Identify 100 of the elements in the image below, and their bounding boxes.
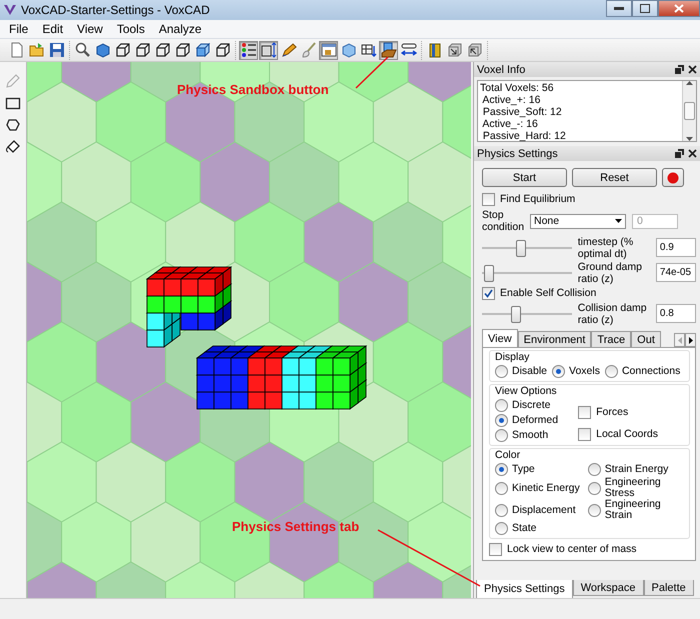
- save-button[interactable]: [47, 40, 66, 60]
- value-field[interactable]: 0.9: [656, 238, 696, 257]
- slider[interactable]: [482, 306, 572, 322]
- rectangle-icon: [4, 95, 21, 111]
- radio-label: Displacement: [512, 504, 576, 516]
- sandbox-icon: [380, 42, 396, 58]
- info-line: Active_-: 16: [481, 118, 539, 130]
- radio-label: Deformed: [512, 415, 558, 426]
- menu-item[interactable]: File: [4, 22, 34, 36]
- physics-sandbox-button[interactable]: [379, 40, 398, 60]
- radio-button[interactable]: [495, 429, 508, 442]
- checkbox-label: Forces: [596, 406, 628, 418]
- info-line: Passive_Hard: 12: [482, 130, 567, 141]
- stop-condition-dropdown[interactable]: None: [530, 214, 626, 228]
- tab[interactable]: Out: [631, 331, 661, 347]
- dock-title: Voxel Info: [477, 64, 526, 76]
- cube-icon: [340, 42, 356, 58]
- close-button[interactable]: [658, 0, 700, 17]
- record-icon: [667, 172, 679, 184]
- tab[interactable]: Environment: [518, 331, 592, 347]
- dock-tab[interactable]: Workspace: [572, 580, 644, 596]
- radio-button[interactable]: [495, 414, 508, 427]
- dropdown-arrow-icon: [615, 219, 622, 223]
- menu-item[interactable]: Edit: [37, 22, 68, 36]
- pen-icon: [280, 42, 296, 58]
- tab[interactable]: View: [482, 329, 518, 347]
- value-field[interactable]: 74e-05: [656, 263, 696, 282]
- radio-label: State: [512, 523, 537, 534]
- document-icon: [8, 42, 24, 58]
- float-icon[interactable]: [675, 149, 684, 158]
- radio-button[interactable]: [552, 365, 566, 378]
- scroll-up-icon[interactable]: [686, 81, 693, 85]
- radio-button[interactable]: [495, 482, 508, 494]
- dock-title: Physics Settings: [477, 148, 558, 160]
- value-field[interactable]: 0.8: [656, 304, 696, 323]
- pencil-icon: [4, 73, 21, 89]
- checkbox[interactable]: [578, 406, 592, 418]
- checkbox[interactable]: [489, 542, 502, 556]
- toolbar-button[interactable]: [279, 40, 298, 60]
- toolbar-button[interactable]: [319, 40, 338, 60]
- maximize-icon: [640, 4, 650, 13]
- radio-button[interactable]: [495, 504, 508, 516]
- toolbar-button[interactable]: [193, 40, 212, 60]
- radio-button[interactable]: [495, 399, 508, 412]
- reset-button[interactable]: Reset: [572, 168, 657, 187]
- menu-item[interactable]: Analyze: [154, 22, 207, 36]
- minimize-button[interactable]: [606, 0, 632, 17]
- toolbar-button[interactable]: [239, 40, 258, 60]
- slider-thumb[interactable]: [484, 264, 494, 282]
- maximize-button[interactable]: [632, 0, 658, 17]
- frame-arrows-icon: [260, 42, 276, 58]
- floppy-icon: [48, 42, 64, 58]
- column-icon: [426, 42, 442, 58]
- wireframe-cube-icon: [174, 42, 190, 58]
- radio-label: Kinetic Energy: [512, 482, 580, 494]
- radio-label: Strain Energy: [604, 464, 668, 475]
- menu-item[interactable]: Tools: [112, 22, 150, 36]
- cube-arrow-icon: [466, 42, 482, 58]
- radio-label: Voxels: [569, 366, 600, 377]
- slider-thumb[interactable]: [511, 306, 522, 322]
- tab[interactable]: Trace: [591, 331, 632, 347]
- cube-icon: [94, 42, 110, 58]
- checkbox[interactable]: [578, 428, 592, 440]
- info-line: Passive_Soft: 12: [482, 106, 563, 118]
- radio-button[interactable]: [604, 365, 618, 378]
- zoom-button[interactable]: [73, 40, 92, 60]
- scroll-right-button[interactable]: [685, 333, 696, 347]
- toolbar-button[interactable]: [259, 40, 278, 60]
- close-icon[interactable]: [688, 149, 697, 158]
- annotation-label: Physics Sandbox button: [177, 82, 329, 97]
- radio-button[interactable]: [495, 365, 508, 378]
- checkbox[interactable]: [482, 286, 495, 300]
- slider[interactable]: [482, 264, 572, 280]
- scrollbar[interactable]: [682, 81, 696, 141]
- start-button[interactable]: Start: [482, 168, 567, 187]
- slider-thumb[interactable]: [516, 240, 526, 256]
- radio-button[interactable]: [495, 463, 508, 476]
- minimize-icon: [614, 6, 624, 10]
- wireframe-cube-icon: [134, 42, 150, 58]
- slider-label: timestep (% optimal dt): [578, 236, 634, 260]
- cube-icon: [194, 42, 210, 58]
- radio-label: Type: [512, 464, 535, 475]
- left-arrow-icon: [678, 336, 682, 344]
- radio-button[interactable]: [588, 463, 601, 476]
- close-icon[interactable]: [688, 65, 697, 74]
- radio-button[interactable]: [495, 522, 508, 535]
- open-button[interactable]: [27, 40, 46, 60]
- float-icon[interactable]: [675, 65, 684, 74]
- radio-button[interactable]: [588, 482, 601, 494]
- slider[interactable]: [482, 240, 572, 256]
- dock-tab[interactable]: Palette: [644, 580, 694, 596]
- record-button[interactable]: [662, 168, 684, 187]
- checkbox[interactable]: [482, 192, 495, 206]
- info-line: Active_+: 16: [481, 94, 542, 106]
- dock-tab[interactable]: Physics Settings: [476, 580, 573, 599]
- radio-label: Connections: [622, 366, 680, 377]
- scroll-down-icon[interactable]: [686, 137, 693, 141]
- radio-button[interactable]: [588, 504, 601, 516]
- menu-item[interactable]: View: [72, 22, 108, 36]
- radio-label: Engineering Strain: [604, 499, 662, 521]
